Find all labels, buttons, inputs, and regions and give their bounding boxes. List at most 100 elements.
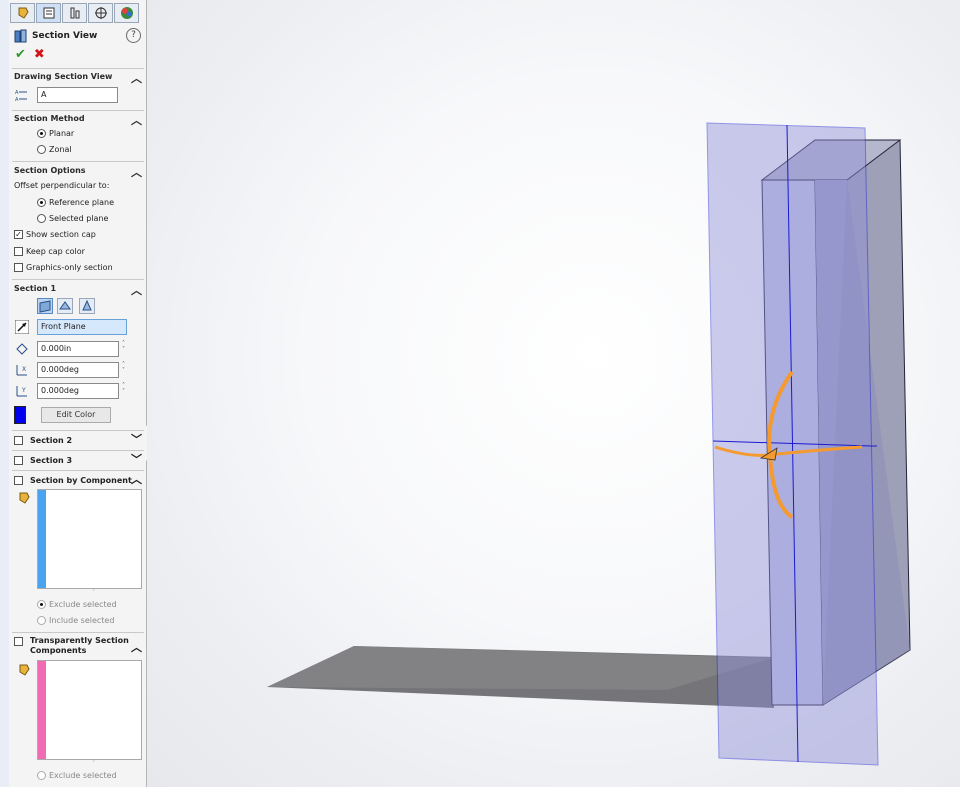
section-face-button[interactable] — [57, 298, 73, 314]
selected-plane-radio[interactable]: Selected plane — [37, 214, 108, 223]
section-method-header[interactable]: Section Method ︿ — [14, 112, 142, 128]
chevron-up-icon[interactable]: ︿ — [131, 282, 142, 298]
header-line: Transparently Section — [30, 636, 129, 645]
svg-text:X: X — [22, 366, 26, 373]
graphics-viewport[interactable] — [147, 0, 960, 787]
face-icon — [59, 301, 71, 310]
checkbox-indicator[interactable] — [14, 263, 23, 272]
section-color-swatch — [14, 406, 26, 424]
divider — [12, 110, 144, 111]
offset-distance-input[interactable]: 0.000in — [37, 341, 119, 357]
graphics-only-checkbox[interactable]: Graphics-only section — [14, 263, 113, 272]
radio-indicator[interactable] — [37, 145, 46, 154]
chevron-up-icon[interactable]: ︿ — [131, 639, 142, 655]
svg-text:A: A — [15, 97, 19, 102]
chevron-up-icon[interactable]: ︿ — [131, 112, 142, 128]
section-options-header[interactable]: Section Options ︿ — [14, 164, 142, 180]
checkbox-indicator[interactable] — [14, 455, 23, 465]
section-header-label: Section by Component — [30, 475, 132, 485]
section-zone-button[interactable] — [79, 298, 95, 314]
spin-up-down-icon[interactable]: ˄ ˅ — [122, 341, 128, 353]
checkbox-indicator[interactable] — [14, 435, 23, 445]
checkbox-indicator[interactable]: ✓ — [14, 230, 23, 239]
planar-radio[interactable]: Planar — [37, 129, 74, 138]
ok-cancel-row: ✔ ✖ — [15, 47, 45, 62]
checkbox-indicator[interactable] — [14, 247, 23, 256]
dimxpert-tab[interactable] — [88, 3, 113, 23]
reference-plane-radio[interactable]: Reference plane — [37, 198, 114, 207]
include-selected-radio[interactable]: Include selected — [37, 616, 114, 625]
chevron-up-icon[interactable]: ︿ — [131, 164, 142, 180]
checkbox-indicator[interactable] — [14, 475, 23, 485]
property-manager-tab[interactable] — [36, 3, 61, 23]
x-rotation-icon: X — [14, 362, 30, 378]
checkbox-indicator[interactable] — [14, 637, 23, 646]
label-icon: AA — [14, 87, 30, 103]
list-selection-bar — [38, 661, 46, 759]
divider — [12, 68, 144, 69]
section1-header[interactable]: Section 1 ︿ — [14, 282, 142, 298]
property-manager-panel: Section View ? ✔ ✖ Drawing Section View … — [9, 0, 147, 787]
radio-indicator[interactable] — [37, 198, 46, 207]
divider — [12, 470, 144, 471]
section2-row[interactable]: Section 2 ﹀ — [14, 431, 142, 447]
section-header-label: Section 1 — [14, 284, 57, 293]
section-header-label: Section Options — [14, 166, 86, 175]
reverse-direction-icon[interactable] — [14, 319, 30, 335]
display-manager-icon — [120, 7, 133, 19]
transparent-component-list[interactable] — [37, 660, 142, 760]
feature-manager-icon — [18, 7, 29, 19]
feature-manager-tab[interactable] — [10, 3, 35, 23]
manager-tabs — [10, 3, 140, 23]
radio-indicator[interactable] — [37, 616, 46, 625]
section-header-label: Section 3 — [30, 455, 73, 465]
divider — [12, 450, 144, 451]
cancel-button[interactable]: ✖ — [34, 47, 45, 62]
transparent-section-row[interactable]: Transparently Section Components ︿ — [14, 636, 142, 658]
chevron-up-icon[interactable]: ︿ — [131, 471, 142, 487]
drawing-section-view-header[interactable]: Drawing Section View ︿ — [14, 70, 142, 86]
divider — [12, 430, 144, 431]
section-by-component-row[interactable]: Section by Component ︿ — [14, 471, 142, 487]
exclude-selected-radio[interactable]: Exclude selected — [37, 600, 117, 609]
offset-distance-icon — [14, 341, 30, 357]
component-list[interactable] — [37, 489, 142, 589]
header-line: Components — [30, 646, 87, 655]
svg-text:Y: Y — [21, 387, 26, 394]
section3-row[interactable]: Section 3 ﹀ — [14, 451, 142, 467]
display-manager-tab[interactable] — [114, 3, 139, 23]
resize-grip-icon[interactable]: ◦ — [92, 758, 96, 765]
component-icon — [16, 662, 32, 678]
y-rotation-input[interactable]: 0.000deg — [37, 383, 119, 399]
section-header-label: Drawing Section View — [14, 72, 113, 81]
svg-text:A: A — [15, 90, 19, 96]
zonal-radio[interactable]: Zonal — [37, 145, 72, 154]
chevron-down-icon[interactable]: ﹀ — [131, 451, 142, 467]
transparent-exclude-radio[interactable]: Exclude selected — [37, 771, 117, 780]
section-label-input[interactable]: A — [37, 87, 118, 103]
model-graphics[interactable] — [147, 0, 960, 787]
radio-indicator[interactable] — [37, 214, 46, 223]
chevron-up-icon[interactable]: ︿ — [131, 70, 142, 86]
radio-indicator[interactable] — [37, 600, 46, 609]
section-plane-field[interactable]: Front Plane — [37, 319, 127, 335]
keep-cap-color-checkbox[interactable]: Keep cap color — [14, 247, 85, 256]
ok-button[interactable]: ✔ — [15, 47, 26, 62]
resize-grip-icon[interactable]: ◦ — [92, 587, 96, 594]
spin-up-down-icon[interactable]: ˄ ˅ — [122, 362, 128, 374]
edit-color-button[interactable]: Edit Color — [41, 407, 111, 423]
show-section-cap-checkbox[interactable]: ✓ Show section cap — [14, 230, 96, 239]
configuration-manager-tab[interactable] — [62, 3, 87, 23]
radio-indicator[interactable] — [37, 771, 46, 780]
chevron-down-icon[interactable]: ﹀ — [131, 431, 142, 447]
radio-indicator[interactable] — [37, 129, 46, 138]
help-button[interactable]: ? — [126, 28, 141, 43]
radio-label: Exclude selected — [49, 600, 117, 609]
spin-up-down-icon[interactable]: ˄ ˅ — [122, 383, 128, 395]
x-rotation-input[interactable]: 0.000deg — [37, 362, 119, 378]
checkbox-label: Graphics-only section — [26, 263, 113, 272]
section-header-label: Section Method — [14, 114, 85, 123]
zone-icon — [82, 299, 92, 311]
section-plane-button[interactable] — [37, 298, 53, 314]
checkbox-label: Show section cap — [26, 230, 96, 239]
